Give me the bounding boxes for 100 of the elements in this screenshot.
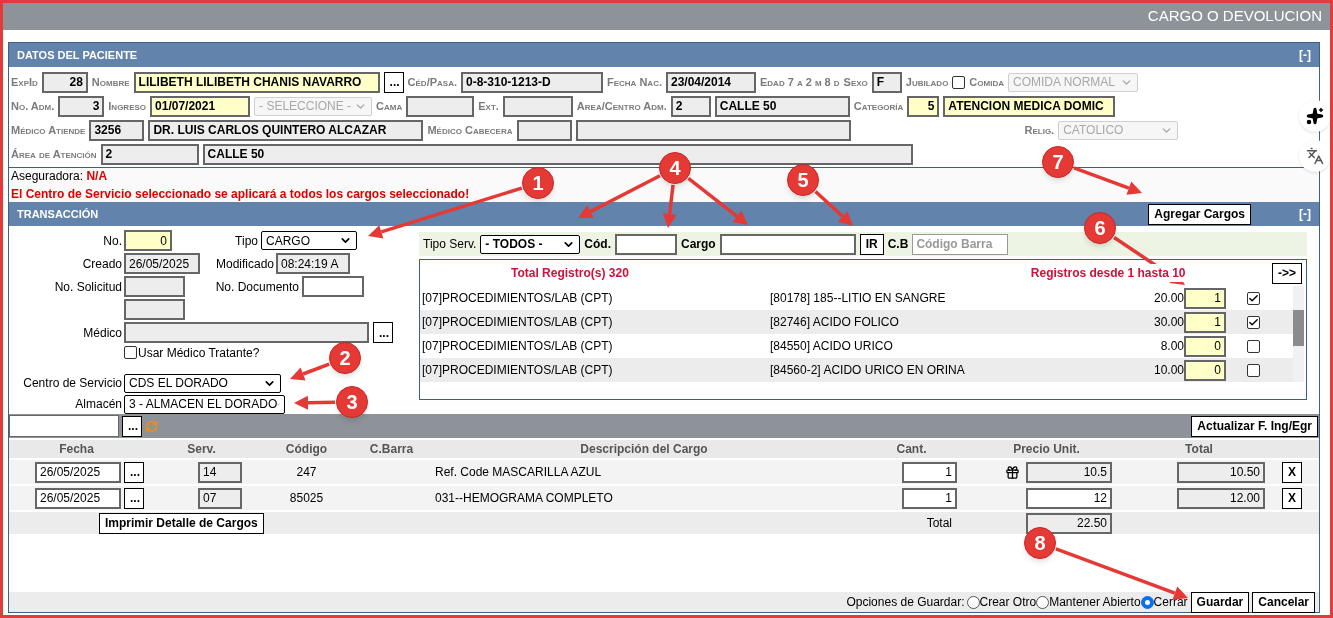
button[interactable]: Guardar: [1190, 591, 1250, 613]
add-charges-button[interactable]: Agregar Cargos: [1148, 203, 1251, 225]
button[interactable]: X: [1282, 461, 1302, 483]
text-field[interactable]: 23/04/2014: [666, 71, 756, 93]
field-label: Cama: [376, 98, 403, 114]
radio-option[interactable]: Crear Otro: [966, 593, 1037, 611]
date-field[interactable]: 26/05/2025: [35, 461, 121, 483]
field-label: Médico: [82, 325, 123, 342]
price-field[interactable]: 12: [1026, 487, 1112, 509]
scrollbar[interactable]: [1293, 286, 1304, 382]
quantity-field[interactable]: 1: [1184, 287, 1226, 309]
callout-arrow: [294, 395, 336, 410]
checkbox[interactable]: [124, 346, 137, 360]
text-field[interactable]: [9, 415, 119, 437]
dropdown[interactable]: CDS EL DORADO: [124, 373, 281, 393]
text-field[interactable]: F: [871, 71, 902, 93]
field-label: Nombre: [91, 74, 130, 90]
quantity-field[interactable]: 1: [902, 461, 957, 483]
text-field[interactable]: 07: [198, 487, 242, 509]
translate-button[interactable]: [1299, 140, 1330, 172]
field-label: Cód.: [584, 236, 612, 253]
table-cell-text: 20.00: [1152, 290, 1184, 307]
text-field[interactable]: 3256: [89, 119, 145, 141]
text-field[interactable]: ATENCION MEDICA DOMIC: [943, 95, 1116, 117]
text-field[interactable]: [406, 95, 475, 117]
radio-button[interactable]: [966, 595, 980, 609]
checkbox[interactable]: [1247, 363, 1260, 377]
text-field[interactable]: [124, 276, 185, 298]
quantity-field[interactable]: 0: [1184, 359, 1226, 381]
radio-button[interactable]: [1036, 595, 1050, 609]
text-field[interactable]: [719, 233, 856, 255]
field-label: Relig.: [1024, 122, 1055, 138]
quantity-field[interactable]: 0: [1184, 335, 1226, 357]
text-field[interactable]: 28: [41, 71, 88, 93]
field-label: Tipo Serv.: [423, 236, 477, 253]
text-field[interactable]: 0: [124, 230, 172, 251]
text-field[interactable]: CALLE 50: [714, 95, 850, 117]
button[interactable]: ...: [124, 461, 144, 483]
text-field[interactable]: 08:24:19 A: [276, 253, 350, 275]
text-field[interactable]: 2: [100, 143, 199, 165]
text-field[interactable]: [302, 276, 364, 298]
field-label: Centro de Servicio: [22, 375, 123, 393]
price-field[interactable]: 10.5: [1026, 461, 1112, 483]
step-badge: 2: [329, 342, 361, 374]
text-field[interactable]: [124, 299, 185, 321]
text-field[interactable]: [516, 119, 572, 141]
save-options-label: Opciones de Guardar:: [846, 594, 965, 611]
field-label: C.B: [887, 236, 909, 253]
text-field[interactable]: 10.50: [1177, 461, 1265, 483]
checkbox[interactable]: [952, 75, 966, 89]
dropdown[interactable]: 3 - ALMACEN EL DORADO: [124, 394, 285, 414]
field-label: Fecha Nac.: [607, 74, 662, 90]
radio-button[interactable]: [1140, 595, 1154, 609]
column-header: Fecha: [58, 441, 95, 458]
text-field[interactable]: 22.50: [1026, 512, 1112, 534]
text-field[interactable]: LILIBETH LILIBETH CHANIS NAVARRO: [133, 71, 380, 93]
table-cell-text: 247: [295, 464, 318, 481]
button[interactable]: IR: [859, 233, 884, 255]
button[interactable]: ...: [124, 487, 144, 509]
text-field[interactable]: [615, 233, 678, 255]
total-records: Total Registro(s) 320: [511, 265, 629, 282]
table-cell-text: 8.00: [1159, 338, 1184, 355]
text-field[interactable]: [502, 95, 573, 117]
quantity-field[interactable]: 1: [902, 487, 957, 509]
dropdown[interactable]: - TODOS -: [480, 234, 581, 254]
text-field[interactable]: [124, 322, 369, 344]
text-field[interactable]: 01/07/2021: [150, 95, 251, 117]
field-label: ExpId: [11, 74, 38, 90]
checkbox[interactable]: [1247, 315, 1260, 329]
button[interactable]: Imprimir Detalle de Cargos: [99, 512, 264, 534]
field-label: Médico Cabecera: [427, 122, 513, 138]
button[interactable]: Cancelar: [1252, 591, 1315, 613]
text-field[interactable]: 2: [670, 95, 711, 117]
text-field[interactable]: 3: [58, 95, 105, 117]
checkbox[interactable]: [1247, 291, 1260, 305]
checkbox[interactable]: [1247, 339, 1260, 353]
button[interactable]: Actualizar F. Ing/Egr: [1191, 415, 1318, 437]
button[interactable]: ->>: [1272, 262, 1302, 284]
button[interactable]: X: [1282, 487, 1302, 509]
collapse-toggle[interactable]: [-]: [1299, 46, 1311, 64]
button[interactable]: ...: [122, 415, 142, 437]
dropdown[interactable]: CARGO: [261, 231, 357, 250]
radio-option[interactable]: Cerrar: [1140, 593, 1188, 611]
date-field[interactable]: 26/05/2025: [35, 487, 121, 509]
text-field[interactable]: [575, 119, 851, 141]
text-field[interactable]: 26/05/2025: [124, 253, 200, 275]
text-field[interactable]: 0-8-310-1213-D: [461, 71, 603, 93]
table-cell-text: 031--HEMOGRAMA COMPLETO: [434, 490, 614, 507]
text-field[interactable]: 5: [907, 95, 940, 117]
field-label: Médico Atiende: [11, 122, 86, 138]
text-field[interactable]: 14: [198, 461, 242, 483]
button[interactable]: ...: [373, 322, 393, 344]
quantity-field[interactable]: 1: [1184, 311, 1226, 333]
table-cell-text: [84560-2] ACIDO URICO EN ORINA: [770, 362, 966, 379]
ai-assistant-button[interactable]: [1299, 100, 1330, 132]
collapse-toggle[interactable]: [-]: [1299, 205, 1311, 223]
button[interactable]: ...: [383, 71, 404, 93]
text-field[interactable]: 12.00: [1177, 487, 1265, 509]
radio-option[interactable]: Mantener Abierto: [1036, 593, 1141, 611]
text-field[interactable]: DR. LUIS CARLOS QUINTERO ALCAZAR: [148, 119, 424, 141]
